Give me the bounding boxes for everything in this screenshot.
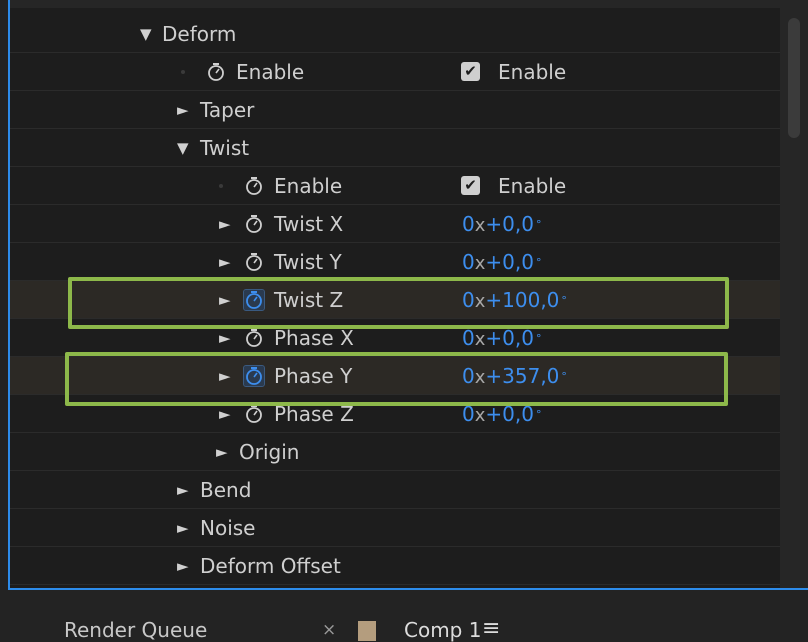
degree-unit: ° xyxy=(535,408,542,421)
expand-down-triangle-icon[interactable]: ▼ xyxy=(177,129,189,167)
property-label: Twist X xyxy=(274,212,344,236)
property-label: Deform Offset xyxy=(200,554,341,578)
property-label: Enable xyxy=(236,60,305,84)
degree-unit: ° xyxy=(535,218,542,231)
expand-right-triangle-icon[interactable]: ► xyxy=(177,471,189,509)
property-row-deform-enable[interactable]: Enable ✔ Enable xyxy=(10,53,780,91)
revolutions-value[interactable]: 0 xyxy=(462,250,475,274)
revolutions-value[interactable]: 0 xyxy=(462,212,475,236)
property-row-twist-y[interactable]: ► Twist Y 0x+0,0 ° xyxy=(10,243,780,281)
angle-value[interactable]: +0,0 xyxy=(485,250,534,274)
property-label: Twist xyxy=(200,136,250,160)
stopwatch-icon[interactable] xyxy=(244,404,264,424)
stopwatch-icon[interactable] xyxy=(206,62,226,82)
expand-right-triangle-icon[interactable]: ► xyxy=(219,243,231,281)
angle-value[interactable]: +0,0 xyxy=(485,326,534,350)
property-label: Origin xyxy=(239,440,300,464)
enable-checkbox[interactable]: ✔ xyxy=(461,176,480,195)
property-row-deform-offset[interactable]: ► Deform Offset xyxy=(10,547,780,585)
angle-value[interactable]: +0,0 xyxy=(485,212,534,236)
keyframe-dot xyxy=(219,184,223,188)
highlight-box-twist-z xyxy=(68,277,729,329)
close-tab-icon[interactable]: × xyxy=(322,620,336,640)
property-label: Enable xyxy=(274,174,343,198)
property-row-twist[interactable]: ▼ Twist xyxy=(10,129,780,167)
stopwatch-icon[interactable] xyxy=(244,328,264,348)
property-row-noise[interactable]: ► Noise xyxy=(10,509,780,547)
keyframe-dot xyxy=(181,70,185,74)
x-separator: x xyxy=(474,405,486,426)
comp-color-swatch xyxy=(358,621,376,641)
property-label: Twist Y xyxy=(274,250,342,274)
stopwatch-icon[interactable] xyxy=(244,252,264,272)
panel-menu-icon[interactable]: ≡ xyxy=(482,616,500,641)
x-separator: x xyxy=(474,215,486,236)
property-label: Deform xyxy=(162,22,237,46)
checkbox-label: Enable xyxy=(498,174,567,198)
property-row-twist-enable[interactable]: Enable ✔ Enable xyxy=(10,167,780,205)
expand-right-triangle-icon[interactable]: ► xyxy=(177,509,189,547)
property-row-twist-x[interactable]: ► Twist X 0x+0,0 ° xyxy=(10,205,780,243)
degree-unit: ° xyxy=(535,332,542,345)
expand-right-triangle-icon[interactable]: ► xyxy=(177,547,189,585)
tab-comp-1[interactable]: Comp 1 xyxy=(404,618,481,642)
property-label: Noise xyxy=(200,516,256,540)
property-label: Bend xyxy=(200,478,252,502)
highlight-box-phase-y xyxy=(65,352,728,406)
enable-checkbox[interactable]: ✔ xyxy=(461,62,480,81)
x-separator: x xyxy=(474,329,486,350)
panel-top-edge xyxy=(10,0,808,8)
x-separator: x xyxy=(474,253,486,274)
rotation-value[interactable]: 0x+0,0 ° xyxy=(462,205,541,245)
revolutions-value[interactable]: 0 xyxy=(462,326,475,350)
tab-render-queue[interactable]: Render Queue xyxy=(64,618,207,642)
property-label: Taper xyxy=(200,98,255,122)
expand-right-triangle-icon[interactable]: ► xyxy=(219,205,231,243)
scrollbar-thumb[interactable] xyxy=(788,18,800,138)
property-row-bend[interactable]: ► Bend xyxy=(10,471,780,509)
stopwatch-icon[interactable] xyxy=(244,214,264,234)
property-row-deform[interactable]: ▼ Deform xyxy=(10,15,780,53)
property-row-taper[interactable]: ► Taper xyxy=(10,91,780,129)
vertical-scrollbar[interactable] xyxy=(780,8,808,588)
expand-right-triangle-icon[interactable]: ► xyxy=(216,433,228,471)
expand-down-triangle-icon[interactable]: ▼ xyxy=(140,15,152,53)
expand-right-triangle-icon[interactable]: ► xyxy=(177,91,189,129)
degree-unit: ° xyxy=(535,256,542,269)
property-row-origin[interactable]: ► Origin xyxy=(10,433,780,471)
stopwatch-icon[interactable] xyxy=(244,176,264,196)
panel-tab-bar: Render Queue × Comp 1 ≡ xyxy=(0,596,808,642)
checkbox-label: Enable xyxy=(498,60,567,84)
